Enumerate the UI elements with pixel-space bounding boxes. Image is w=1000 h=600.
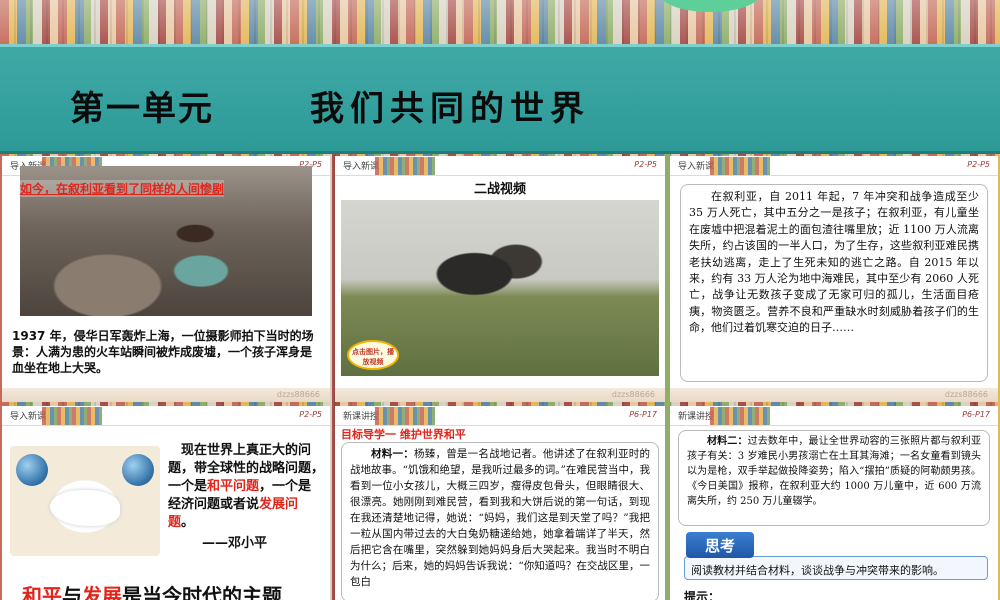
era-theme: 和平与发展是当今时代的主题 (22, 580, 282, 600)
slide-footer: dzzs88666 (335, 388, 665, 402)
books-icon (375, 157, 435, 175)
slide-header: 导入新课 P2-P5 (335, 156, 665, 176)
syria-text-box: 在叙利亚，自 2011 年起，7 年冲突和战争造成至少 35 万人死亡，其中五分… (680, 184, 988, 382)
slide-footer: dzzs88666 (670, 388, 998, 402)
think-label: 思考 (686, 532, 754, 558)
theme-and: 与 (62, 584, 82, 600)
globe-icon (16, 454, 48, 486)
video-title: 二战视频 (473, 182, 526, 197)
quote-part: 。 (181, 515, 195, 530)
slide-header: 导入新课 P2-P5 (670, 156, 998, 176)
watermark: dzzs88666 (944, 390, 988, 399)
play-video-button[interactable]: 点击图片，播放视频 (347, 340, 399, 370)
page-range: P2-P5 (299, 410, 322, 419)
deng-quote: 现在世界上真正大的问题，带全球性的战略问题，一个是和平问题，一个是经济问题或者说… (168, 442, 324, 532)
page-range: P6-P17 (962, 410, 990, 419)
material-label: 材料一： (371, 448, 414, 460)
hint-label: 提示： (684, 590, 721, 600)
material-one-box: 材料一：杨臻，曾是一名战地记者。他讲述了在叙利亚时的战地故事。“饥饿和绝望，是我… (341, 442, 659, 600)
books-icon (710, 407, 770, 425)
books-icon (710, 157, 770, 175)
globe-icon (122, 454, 154, 486)
material-two-text: 材料二：过去数年中，最让全世界动容的三张照片都与叙利亚孩子有关：3 岁难民小男孩… (687, 434, 981, 509)
material-one-text: 材料一：杨臻，曾是一名战地记者。他讲述了在叙利亚时的战地故事。“饥饿和绝望，是我… (350, 446, 650, 590)
watermark: dzzs88666 (611, 390, 655, 399)
think-question: 阅读教材并结合材料，谈谈战争与冲突带来的影响。 (691, 564, 944, 577)
slide-thumbnail-3[interactable]: 导入新课 P2-P5 在叙利亚，自 2011 年起，7 年冲突和战争造成至少 3… (670, 156, 998, 402)
books-icon (375, 407, 435, 425)
page-range: P6-P17 (629, 410, 657, 419)
topic-title: 我们共同的世界 (310, 89, 590, 129)
watermark: dzzs88666 (276, 390, 320, 399)
slide-header: 新课讲授 P6-P17 (335, 406, 665, 426)
slide-thumbnail-1[interactable]: 导入新课 P2-P5 如今，在叙利亚看到了同样的人间惨剧 1937 年，侵华日军… (2, 156, 330, 402)
page-range: P2-P5 (634, 160, 657, 169)
quote-author: ——邓小平 (202, 536, 268, 551)
material-two-box: 材料二：过去数年中，最让全世界动容的三张照片都与叙利亚孩子有关：3 岁难民小男孩… (678, 430, 990, 526)
material-body: 杨臻，曾是一名战地记者。他讲述了在叙利亚时的战地故事。“饥饿和绝望，是我听过最多… (350, 448, 651, 588)
slide-thumbnail-4[interactable]: 导入新课 P2-P5 现在世界上真正大的问题，带全球性的战略问题，一个是和平问题… (2, 406, 330, 600)
material-label: 材料二： (707, 436, 748, 447)
overlay-caption: 如今，在叙利亚看到了同样的人间惨剧 (20, 180, 225, 197)
syria-paragraph: 在叙利亚，自 2011 年起，7 年冲突和战争造成至少 35 万人死亡，其中五分… (689, 190, 979, 335)
slide-tag: 导入新课 (678, 162, 715, 172)
slide-header: 导入新课 P2-P5 (2, 406, 330, 426)
background-glow (0, 0, 1000, 44)
unit-title: 第一单元 (70, 89, 214, 129)
think-question-box: 阅读教材并结合材料，谈谈战争与冲突带来的影响。 (684, 556, 988, 580)
title-band: 第一单元 我们共同的世界 (0, 44, 1000, 154)
theme-peace: 和平 (22, 584, 62, 600)
photo-caption: 1937 年，侵华日军轰炸上海，一位摄影师拍下当时的场景：人满为患的火车站瞬间被… (12, 329, 314, 375)
slide-thumbnail-5[interactable]: 新课讲授 P6-P17 目标导学一 维护世界和平 材料一：杨臻，曾是一名战地记者… (335, 406, 665, 600)
theme-development: 发展 (82, 584, 122, 600)
slide-tag: 新课讲授 (343, 412, 380, 422)
slide-tag: 导入新课 (10, 412, 47, 422)
slide-thumbnail-6[interactable]: 新课讲授 P6-P17 材料二：过去数年中，最让全世界动容的三张照片都与叙利亚孩… (670, 406, 998, 600)
quote-peace: 和平问题 (207, 479, 260, 494)
theme-rest: 是当今时代的主题 (122, 584, 282, 600)
books-icon (42, 407, 102, 425)
slide-footer: dzzs88666 (2, 388, 330, 402)
page-range: P2-P5 (967, 160, 990, 169)
dove-icon (10, 446, 160, 556)
slide-header: 新课讲授 P6-P17 (670, 406, 998, 426)
dove-body (50, 490, 120, 526)
slide-tag: 导入新课 (343, 162, 380, 172)
learning-goal: 目标导学一 维护世界和平 (341, 428, 466, 441)
slide-thumbnail-2[interactable]: 导入新课 P2-P5 二战视频 点击图片，播放视频 dzzs88666 (335, 156, 665, 402)
slide-tag: 新课讲授 (678, 412, 715, 422)
